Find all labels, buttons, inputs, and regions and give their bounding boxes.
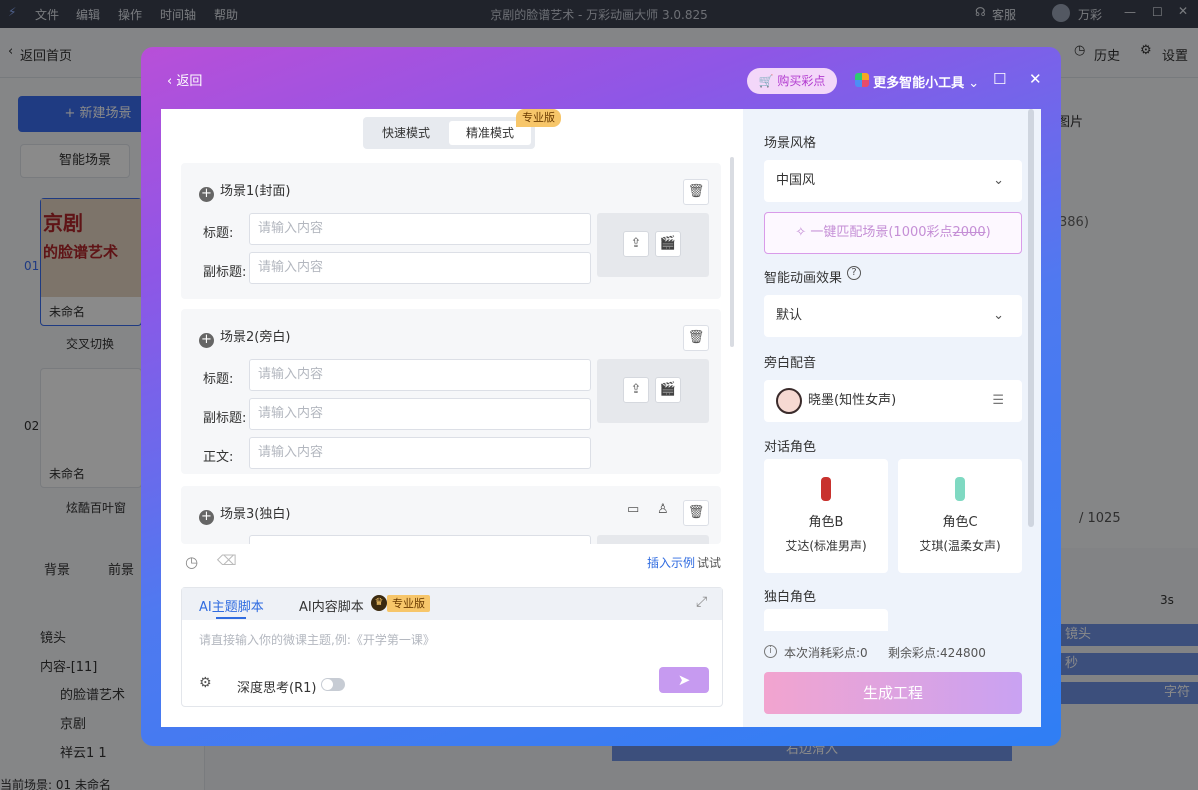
match-scene-button[interactable]: ✧ 一键匹配场景(1000彩点2000) bbox=[764, 212, 1022, 254]
upload-icon[interactable]: ⇪ bbox=[623, 377, 649, 403]
scene-2-subtitle-input[interactable]: 请输入内容 bbox=[249, 398, 591, 430]
points-remaining: 剩余彩点:424800 bbox=[888, 646, 986, 660]
scene-3-block: + 场景3(独白) ▭ ♙ 🗑 bbox=[181, 486, 721, 544]
dialogue-role-label: 对话角色 bbox=[764, 440, 817, 455]
chevron-down-icon: ⌄ bbox=[968, 76, 980, 91]
info-icon: i bbox=[764, 645, 777, 658]
scene-1-subtitle-input[interactable]: 请输入内容 bbox=[249, 252, 591, 284]
try-it-text: 试试 bbox=[697, 556, 722, 570]
send-arrow-icon: ➤ bbox=[677, 671, 691, 689]
scene-1-media-box: ⇪ 🎬 bbox=[597, 213, 709, 277]
trash-icon[interactable]: 🗑 bbox=[683, 179, 709, 205]
plus-circle-icon[interactable]: + bbox=[199, 333, 214, 348]
voice-avatar bbox=[776, 388, 802, 414]
role-c-avatar bbox=[955, 477, 965, 501]
tools-logo-icon bbox=[855, 73, 869, 87]
chevron-down-icon: ⌄ bbox=[993, 173, 1004, 188]
role-b-avatar bbox=[821, 477, 831, 501]
scene-1-title-input[interactable]: 请输入内容 bbox=[249, 213, 591, 245]
monologue-role-card[interactable] bbox=[764, 609, 888, 631]
clock-icon[interactable]: ◷ bbox=[185, 553, 198, 571]
sliders-icon[interactable]: ☰ bbox=[992, 380, 1004, 422]
maximize-dialog-icon[interactable]: ☐ bbox=[993, 70, 1006, 88]
scene-2-body-input[interactable]: 请输入内容 bbox=[249, 437, 591, 469]
send-button[interactable]: ➤ bbox=[659, 667, 709, 693]
scene-2-body-label: 正文: bbox=[203, 450, 234, 465]
video-icon[interactable]: ▭ bbox=[627, 502, 639, 517]
narration-label: 旁白配音 bbox=[764, 356, 817, 371]
mode-fast-tab[interactable]: 快速模式 bbox=[367, 121, 445, 145]
scene-style-select[interactable]: 中国风 ⌄ bbox=[764, 160, 1022, 202]
ai-tabs: AI主题脚本 AI内容脚本 ♛ 专业版 ⤢ bbox=[182, 588, 722, 620]
pro-badge: 专业版 bbox=[516, 109, 561, 127]
script-editor-card: 快速模式 精准模式 专业版 + 场景1(封面) 🗑 标题: 请输入内容 副标题: … bbox=[161, 109, 743, 727]
person-icon[interactable]: ♙ bbox=[657, 502, 669, 517]
chevron-down-icon: ⌄ bbox=[993, 308, 1004, 323]
role-c-voice: 艾琪(温柔女声) bbox=[919, 539, 1001, 553]
plus-circle-icon[interactable]: + bbox=[199, 187, 214, 202]
trash-icon[interactable]: 🗑 bbox=[683, 500, 709, 526]
magic-wand-icon: ✧ bbox=[795, 225, 807, 240]
anim-effect-label: 智能动画效果 bbox=[764, 271, 843, 286]
ai-pro-badge: 专业版 bbox=[387, 595, 430, 612]
points-consumed: 本次消耗彩点:0 bbox=[784, 646, 868, 660]
ai-prompt-box: AI主题脚本 AI内容脚本 ♛ 专业版 ⤢ 请直接输入你的微课主题,例:《开学第… bbox=[181, 587, 723, 707]
scene-1-title: 场景1(封面) bbox=[220, 184, 291, 199]
scene-1-subtitle-label: 副标题: bbox=[203, 265, 247, 280]
scene-2-block: + 场景2(旁白) 🗑 标题: 请输入内容 副标题: 请输入内容 正文: 请输入内… bbox=[181, 309, 721, 474]
scene-3-title: 场景3(独白) bbox=[220, 507, 291, 522]
dialog-back-button[interactable]: ‹ 返回 bbox=[167, 70, 202, 89]
anim-effect-select[interactable]: 默认 ⌄ bbox=[764, 295, 1022, 337]
clapperboard-icon[interactable]: 🎬 bbox=[655, 231, 681, 257]
role-c-name: 角色C bbox=[942, 515, 978, 530]
deep-think-label: 深度思考(R1) bbox=[237, 681, 317, 696]
active-tab-indicator bbox=[216, 617, 246, 619]
scene-2-subtitle-label: 副标题: bbox=[203, 411, 247, 426]
plus-circle-icon[interactable]: + bbox=[199, 510, 214, 525]
more-tools-menu[interactable]: 更多智能小工具 ⌄ bbox=[855, 72, 979, 91]
scene-2-title: 场景2(旁白) bbox=[220, 330, 291, 345]
role-b-voice: 艾达(标准男声) bbox=[785, 539, 867, 553]
tab-ai-theme[interactable]: AI主题脚本 bbox=[199, 596, 264, 615]
scene-1-block: + 场景1(封面) 🗑 标题: 请输入内容 副标题: 请输入内容 ⇪ 🎬 bbox=[181, 163, 721, 299]
cart-icon: 🛒 bbox=[758, 74, 774, 88]
settings-scrollbar[interactable] bbox=[1028, 109, 1034, 527]
insert-example-link[interactable]: 插入示例 bbox=[647, 554, 695, 571]
trash-icon[interactable]: 🗑 bbox=[683, 325, 709, 351]
chevron-left-icon: ‹ bbox=[167, 74, 177, 89]
deep-think-toggle[interactable] bbox=[321, 678, 345, 691]
mode-switch: 快速模式 精准模式 bbox=[363, 117, 535, 149]
dialog-header: ‹ 返回 🛒 购买彩点 更多智能小工具 ⌄ ☐ ✕ bbox=[141, 47, 1061, 109]
scene-style-label: 场景风格 bbox=[764, 136, 817, 151]
scene-3-input[interactable] bbox=[249, 535, 591, 544]
upload-icon[interactable]: ⇪ bbox=[623, 231, 649, 257]
clapperboard-icon[interactable]: 🎬 bbox=[655, 377, 681, 403]
role-b-card[interactable]: 角色B 艾达(标准男声) bbox=[764, 459, 888, 573]
tab-ai-content[interactable]: AI内容脚本 bbox=[299, 596, 364, 615]
role-b-name: 角色B bbox=[808, 515, 844, 530]
scene-2-title-label: 标题: bbox=[203, 372, 234, 387]
generate-project-button[interactable]: 生成工程 bbox=[764, 672, 1022, 714]
narration-voice-select[interactable]: 晓墨(知性女声) ☰ bbox=[764, 380, 1022, 422]
role-c-card[interactable]: 角色C 艾琪(温柔女声) bbox=[898, 459, 1022, 573]
settings-card: 场景风格 中国风 ⌄ ✧ 一键匹配场景(1000彩点2000) 智能动画效果 ? … bbox=[743, 109, 1041, 727]
scene-3-media-box bbox=[597, 535, 709, 544]
buy-points-button[interactable]: 🛒 购买彩点 bbox=[747, 68, 837, 94]
monologue-role-label: 独白角色 bbox=[764, 590, 817, 605]
scene-2-title-input[interactable]: 请输入内容 bbox=[249, 359, 591, 391]
close-dialog-icon[interactable]: ✕ bbox=[1029, 70, 1042, 88]
eraser-icon[interactable]: ⌫ bbox=[217, 553, 237, 569]
help-icon[interactable]: ? bbox=[847, 266, 861, 280]
settings-gear-icon[interactable]: ⚙ bbox=[199, 675, 212, 691]
scene-1-title-label: 标题: bbox=[203, 226, 234, 241]
scene-2-media-box: ⇪ 🎬 bbox=[597, 359, 709, 423]
expand-icon[interactable]: ⤢ bbox=[696, 594, 707, 610]
crown-icon: ♛ bbox=[371, 595, 387, 611]
ai-prompt-input[interactable]: 请直接输入你的微课主题,例:《开学第一课》 bbox=[199, 631, 435, 648]
editor-scrollbar[interactable] bbox=[730, 157, 734, 347]
ai-script-dialog: ‹ 返回 🛒 购买彩点 更多智能小工具 ⌄ ☐ ✕ 快速模式 精准模式 专业版 … bbox=[141, 47, 1061, 746]
